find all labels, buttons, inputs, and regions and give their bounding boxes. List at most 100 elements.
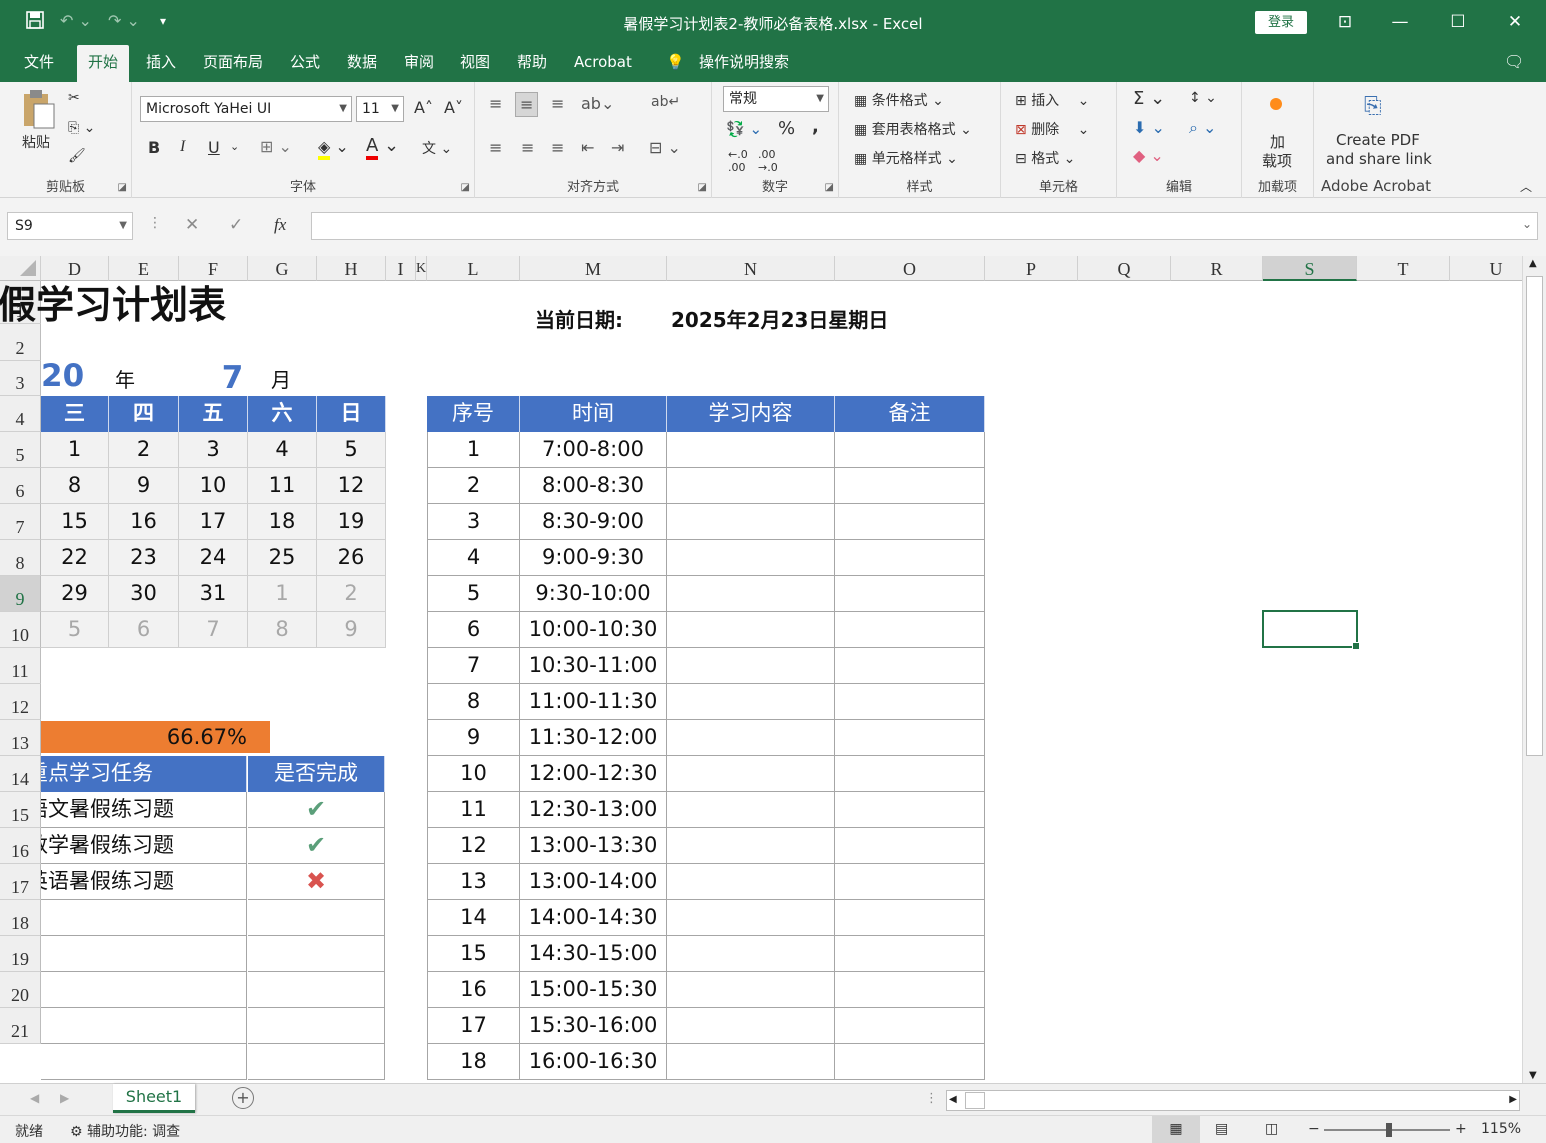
decrease-decimal-icon[interactable]: .00 →.0 bbox=[758, 148, 778, 174]
scroll-up-icon[interactable]: ▲ bbox=[1529, 258, 1537, 269]
increase-decimal-icon[interactable]: ←.0.00 bbox=[728, 148, 748, 174]
tab-acrobat[interactable]: Acrobat bbox=[563, 51, 643, 82]
splitter-icon[interactable]: ⋮ bbox=[925, 1091, 938, 1106]
task-name-cell[interactable]: 语文暑假练习题 bbox=[41, 792, 247, 828]
year-value[interactable]: 20 bbox=[41, 358, 91, 394]
calendar-day[interactable]: 10 bbox=[179, 468, 248, 504]
cancel-icon[interactable]: ✕ bbox=[185, 215, 199, 235]
calendar-day[interactable]: 19 bbox=[317, 504, 386, 540]
scroll-right-icon[interactable]: ▶ bbox=[1509, 1094, 1517, 1105]
schedule-content[interactable] bbox=[667, 684, 835, 720]
merge-center-icon[interactable]: ⊟ ⌄ bbox=[649, 138, 681, 157]
schedule-note[interactable] bbox=[835, 576, 985, 612]
task-status-cell[interactable] bbox=[248, 972, 385, 1008]
schedule-note[interactable] bbox=[835, 936, 985, 972]
schedule-time[interactable]: 11:30-12:00 bbox=[520, 720, 667, 756]
font-shrink-icon[interactable]: A˅ bbox=[444, 98, 463, 117]
schedule-time[interactable]: 10:00-10:30 bbox=[520, 612, 667, 648]
align-right-icon[interactable]: ≡ bbox=[551, 138, 564, 157]
row-header-11[interactable]: 11 bbox=[0, 648, 41, 684]
calendar-day[interactable]: 9 bbox=[109, 468, 179, 504]
schedule-content[interactable] bbox=[667, 900, 835, 936]
tell-me-search[interactable]: 操作说明搜索 bbox=[688, 51, 800, 82]
schedule-time[interactable]: 12:00-12:30 bbox=[520, 756, 667, 792]
schedule-seq[interactable]: 13 bbox=[427, 864, 520, 900]
schedule-seq[interactable]: 5 bbox=[427, 576, 520, 612]
schedule-content[interactable] bbox=[667, 540, 835, 576]
font-size-select[interactable]: 11 ▼ bbox=[356, 96, 404, 122]
schedule-seq[interactable]: 16 bbox=[427, 972, 520, 1008]
dialog-launcher-icon[interactable]: ◪ bbox=[118, 182, 127, 193]
schedule-note[interactable] bbox=[835, 468, 985, 504]
task-name-cell[interactable] bbox=[41, 900, 247, 936]
add-sheet-icon[interactable]: + bbox=[232, 1087, 254, 1109]
insert-function-button[interactable]: fx bbox=[274, 215, 286, 235]
fill-color-icon[interactable]: ◈ ⌄ bbox=[318, 137, 349, 160]
schedule-note[interactable] bbox=[835, 756, 985, 792]
align-center-icon[interactable]: ≡ bbox=[521, 138, 534, 157]
schedule-seq[interactable]: 9 bbox=[427, 720, 520, 756]
row-header-4[interactable]: 4 bbox=[0, 396, 41, 432]
current-date-value[interactable]: 2025年2月23日星期日 bbox=[671, 304, 931, 334]
current-date-label[interactable]: 当前日期: bbox=[535, 304, 675, 334]
schedule-seq[interactable]: 15 bbox=[427, 936, 520, 972]
row-header-17[interactable]: 17 bbox=[0, 864, 41, 900]
row-header-18[interactable]: 18 bbox=[0, 900, 41, 936]
row-header-12[interactable]: 12 bbox=[0, 684, 41, 720]
calendar-day[interactable]: 15 bbox=[41, 504, 109, 540]
calendar-day[interactable]: 18 bbox=[248, 504, 317, 540]
calendar-day[interactable]: 24 bbox=[179, 540, 248, 576]
bold-button[interactable]: B bbox=[148, 138, 160, 157]
format-cells-button[interactable]: ⊟ 格式 ⌄ bbox=[1015, 148, 1075, 168]
maximize-icon[interactable]: ☐ bbox=[1438, 9, 1478, 35]
schedule-seq[interactable]: 7 bbox=[427, 648, 520, 684]
tab-view[interactable]: 视图 bbox=[449, 51, 501, 82]
schedule-seq[interactable]: 6 bbox=[427, 612, 520, 648]
tab-formulas[interactable]: 公式 bbox=[279, 51, 331, 82]
phonetic-icon[interactable]: 文 ⌄ bbox=[422, 138, 452, 158]
schedule-time[interactable]: 9:00-9:30 bbox=[520, 540, 667, 576]
autosum-icon[interactable]: Σ ⌄ bbox=[1133, 88, 1165, 109]
schedule-note[interactable] bbox=[835, 1044, 985, 1080]
col-header-u[interactable]: U bbox=[1450, 256, 1522, 281]
row-header-20[interactable]: 20 bbox=[0, 972, 41, 1008]
col-header-n[interactable]: N bbox=[667, 256, 835, 281]
schedule-content[interactable] bbox=[667, 576, 835, 612]
tab-file[interactable]: 文件 bbox=[13, 51, 65, 82]
row-header-19[interactable]: 19 bbox=[0, 936, 41, 972]
collapse-ribbon-icon[interactable]: ︿ bbox=[1520, 178, 1532, 195]
number-format-select[interactable]: 常规 ▼ bbox=[723, 86, 829, 112]
col-header-f[interactable]: F bbox=[179, 256, 248, 281]
format-as-table-button[interactable]: ▦ 套用表格格式 ⌄ bbox=[854, 119, 972, 139]
col-header-i[interactable]: I bbox=[386, 256, 416, 281]
schedule-time[interactable]: 15:00-15:30 bbox=[520, 972, 667, 1008]
orientation-icon[interactable]: ab⌄ bbox=[581, 94, 614, 113]
schedule-note[interactable] bbox=[835, 432, 985, 468]
calendar-day[interactable]: 8 bbox=[41, 468, 109, 504]
row-header-10[interactable]: 10 bbox=[0, 612, 41, 648]
task-status-cell[interactable]: ✖ bbox=[248, 864, 385, 900]
currency-icon[interactable]: 💱 ⌄ bbox=[726, 120, 762, 138]
schedule-content[interactable] bbox=[667, 1044, 835, 1080]
indent-increase-icon[interactable]: ⇥ bbox=[611, 138, 624, 157]
schedule-seq[interactable]: 3 bbox=[427, 504, 520, 540]
insert-cells-button[interactable]: ⊞ 插入 ⌄ bbox=[1015, 90, 1089, 110]
create-pdf-button-line2[interactable]: and share link bbox=[1326, 150, 1432, 168]
schedule-note[interactable] bbox=[835, 1008, 985, 1044]
schedule-seq[interactable]: 10 bbox=[427, 756, 520, 792]
schedule-seq[interactable]: 2 bbox=[427, 468, 520, 504]
col-header-h[interactable]: H bbox=[317, 256, 386, 281]
row-header-7[interactable]: 7 bbox=[0, 504, 41, 540]
tab-page-layout[interactable]: 页面布局 bbox=[192, 51, 274, 82]
sheet-prev-icon[interactable]: ◀ bbox=[30, 1091, 39, 1105]
row-header-8[interactable]: 8 bbox=[0, 540, 41, 576]
schedule-content[interactable] bbox=[667, 1008, 835, 1044]
row-header-13[interactable]: 13 bbox=[0, 720, 41, 756]
italic-button[interactable]: I bbox=[180, 138, 185, 156]
indent-decrease-icon[interactable]: ⇤ bbox=[581, 138, 594, 157]
dialog-launcher-icon[interactable]: ◪ bbox=[698, 182, 707, 193]
calendar-day[interactable]: 1 bbox=[41, 432, 109, 468]
schedule-seq[interactable]: 14 bbox=[427, 900, 520, 936]
schedule-content[interactable] bbox=[667, 828, 835, 864]
border-icon[interactable]: ⊞ ⌄ bbox=[260, 137, 292, 156]
